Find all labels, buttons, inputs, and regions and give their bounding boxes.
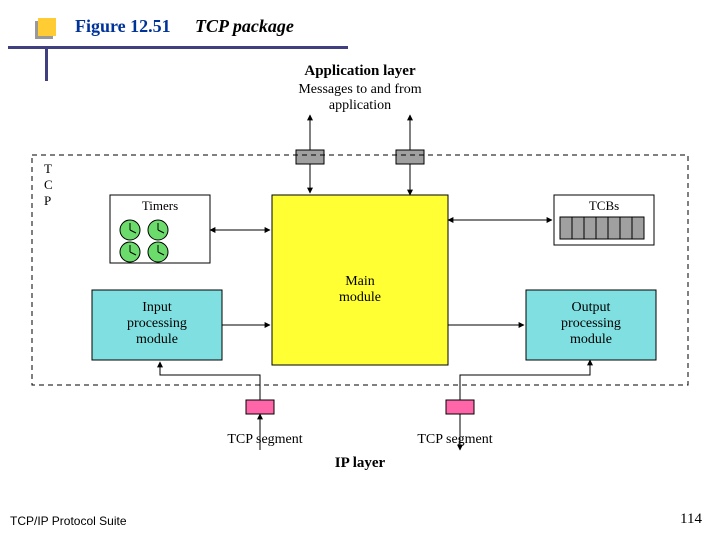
main-label-2: module (339, 290, 381, 305)
clock-icon (120, 242, 140, 262)
timers-label: Timers (142, 198, 178, 213)
tcp-segment-right: TCP segment (417, 432, 492, 447)
output-label-3: module (570, 332, 612, 347)
tcbs-label: TCBs (589, 198, 619, 213)
ip-layer-label: IP layer (335, 455, 386, 471)
input-label-2: processing (127, 316, 187, 331)
app-layer-label: Application layer (304, 63, 416, 79)
tcp-segment-left: TCP segment (227, 432, 302, 447)
tcp-box-t: T (44, 161, 52, 176)
clock-icon (148, 242, 168, 262)
clock-icon (148, 220, 168, 240)
page-number: 114 (680, 511, 702, 528)
msgs-label-1: Messages to and from (298, 82, 421, 97)
output-label-2: processing (561, 316, 621, 331)
slide-bullet (38, 18, 56, 36)
output-label-1: Output (572, 300, 611, 315)
tcp-box-p: P (44, 193, 51, 208)
input-label-3: module (136, 332, 178, 347)
header-rule-h (8, 46, 348, 49)
clock-icon (120, 220, 140, 240)
figure-title: TCP package (195, 16, 294, 37)
input-label-1: Input (142, 300, 172, 315)
tcp-box-c: C (44, 177, 53, 192)
msgs-label-2: application (329, 98, 391, 113)
figure-number: Figure 12.51 (75, 16, 171, 37)
tcp-package-diagram: Application layer Messages to and from a… (0, 55, 720, 475)
main-label-1: Main (345, 274, 375, 289)
tcb-cells (560, 217, 644, 239)
footer-left: TCP/IP Protocol Suite (10, 514, 127, 528)
